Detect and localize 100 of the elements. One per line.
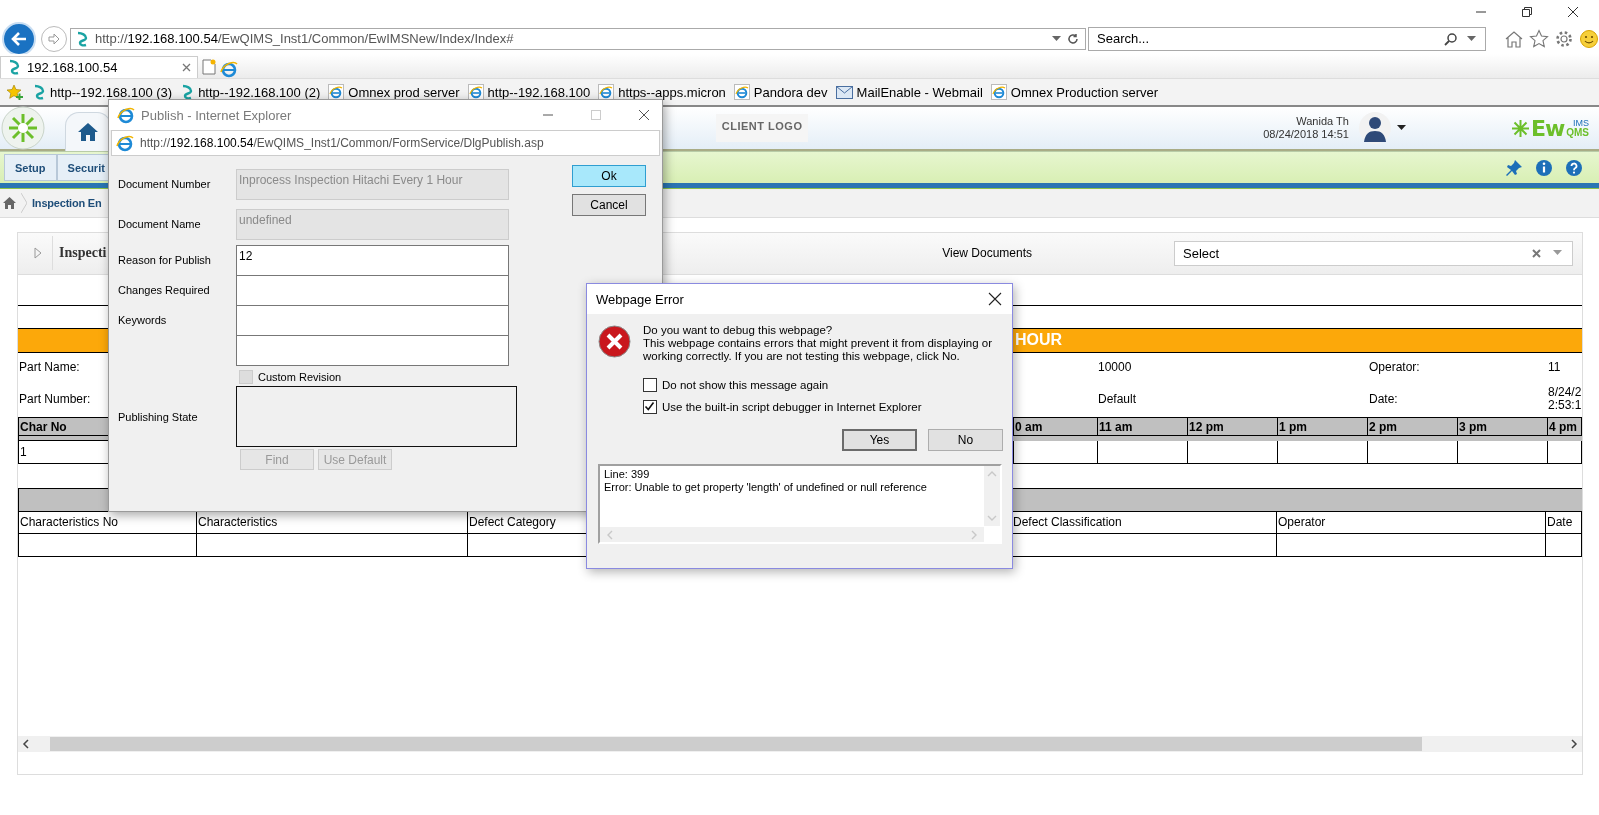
breadcrumb-link[interactable]: Inspection En	[32, 197, 102, 210]
browser-icon	[117, 106, 135, 124]
close-icon[interactable]	[1567, 5, 1579, 18]
form-text: Operator:	[1369, 361, 1420, 374]
field-label: Keywords	[118, 314, 167, 326]
checkbox[interactable]	[643, 378, 657, 392]
favorite-link[interactable]: MailEnable - Webmail	[835, 84, 983, 100]
browser-tab[interactable]: 192.168.100.54	[0, 55, 198, 78]
message-text: This webpage contains errors that might prevent it from displaying or working correctly. If you are not testing this webpage, click No.	[643, 337, 993, 363]
home-tab[interactable]	[65, 111, 111, 151]
error-icon	[598, 325, 631, 358]
scroll-right-icon	[970, 529, 978, 540]
form-text: 10000	[1098, 361, 1132, 374]
column-header: 0 am	[1014, 418, 1098, 437]
text-field[interactable]	[236, 275, 509, 306]
favorite-link[interactable]: Omnex Production server	[990, 84, 1159, 101]
form-text: Part Number:	[19, 393, 91, 406]
brand-logo-text: QMS	[1566, 128, 1589, 138]
favorites-star-icon[interactable]	[1529, 28, 1549, 49]
favorite-link[interactable]: https--apps.micron	[598, 84, 726, 101]
dialog-button[interactable]: No	[928, 429, 1003, 451]
documents-select[interactable]: Select	[1174, 241, 1573, 266]
back-button[interactable]	[2, 21, 36, 56]
client-logo: CLIENT LOGO	[715, 114, 809, 143]
checkbox[interactable]	[643, 400, 657, 414]
search-field[interactable]: Search...	[1088, 26, 1486, 51]
favorite-link[interactable]: http--192.168.100	[467, 84, 591, 101]
envelope-icon	[835, 85, 853, 99]
brand-logo-text: IMS	[1573, 119, 1589, 129]
column-header: 12 pm	[1188, 418, 1278, 437]
form-text: 11	[1548, 361, 1561, 374]
form-text: Default	[1098, 393, 1137, 406]
home-icon[interactable]	[3, 197, 16, 210]
question-text: Do you want to debug this webpage?	[643, 324, 834, 337]
form-text: Part Name:	[19, 361, 80, 374]
pin-icon[interactable]	[1505, 158, 1523, 177]
user-name: Wanida Th	[1296, 115, 1349, 129]
favorites-icon[interactable]	[6, 84, 24, 101]
column-header: 4 pm	[1548, 418, 1582, 437]
error-detail-text: Line: 399	[604, 468, 650, 481]
details-box[interactable]: Line: 399 Error: Unable to get property 'length' of undefined or null reference	[598, 464, 1002, 544]
arrow-right-icon	[47, 31, 61, 46]
smiley-icon[interactable]	[1579, 28, 1599, 49]
site-icon	[75, 30, 89, 47]
logo-icon[interactable]	[1, 106, 45, 151]
error-detail-text: Error: Unable to get property 'length' of undefined or null reference	[604, 481, 927, 494]
horizontal-scrollbar[interactable]	[18, 736, 1582, 752]
restore-icon[interactable]	[1521, 5, 1533, 18]
close-icon[interactable]	[638, 109, 650, 121]
scroll-up-icon	[987, 470, 997, 478]
avatar-icon[interactable]	[1358, 112, 1391, 145]
date-time: 08/24/2018 14:51	[1263, 128, 1349, 142]
dropdown-caret-icon[interactable]	[1467, 35, 1476, 42]
column-header: 11 am	[1098, 418, 1188, 437]
nav-tab[interactable]: Setup	[4, 154, 57, 182]
favorite-link[interactable]: http--192.168.100 (3)	[32, 84, 173, 101]
browser-icon	[990, 84, 1007, 101]
column-header: 3 pm	[1458, 418, 1548, 437]
banner-title: HOUR	[1015, 331, 1063, 350]
text-field[interactable]: 12	[236, 245, 509, 276]
expand-icon[interactable]	[34, 247, 42, 260]
text-field[interactable]	[236, 305, 509, 336]
favorite-link[interactable]: Pandora dev	[733, 84, 828, 101]
burst-icon	[1511, 119, 1529, 137]
dialog-button[interactable]: Yes	[842, 429, 917, 451]
text-field[interactable]	[236, 335, 509, 366]
refresh-icon[interactable]	[1067, 32, 1079, 45]
field-label: Document Name	[118, 218, 201, 230]
scroll-down-icon	[987, 514, 997, 522]
field-label: Document Number	[118, 178, 211, 190]
checkbox-label: Use the built-in script debugger in Internet Explorer	[662, 401, 922, 413]
browser-icon	[116, 134, 134, 152]
address-bar[interactable]: http://192.168.100.54/EwQIMS_Inst1/Common/EwIMSNew/Index/Index#	[70, 27, 1086, 50]
browser-icon[interactable]	[220, 59, 238, 78]
checkbox-label: Custom Revision	[258, 371, 342, 383]
brand-logo-text: Ew	[1530, 115, 1565, 141]
caret-icon[interactable]	[1396, 125, 1406, 132]
site-icon	[180, 84, 195, 101]
clear-icon[interactable]	[1532, 249, 1541, 258]
column-header: Operator	[1277, 512, 1546, 534]
window-title: Webpage Error	[596, 291, 684, 307]
table-cell	[1546, 534, 1582, 557]
panel-title: Inspecti	[59, 245, 107, 262]
dropdown-caret-icon[interactable]	[1052, 35, 1061, 42]
scroll-left-icon	[606, 529, 614, 540]
text-area[interactable]	[236, 386, 517, 447]
window-title: Publish - Internet Explorer	[141, 107, 292, 123]
dialog-button[interactable]: Ok	[572, 165, 646, 187]
site-icon	[7, 59, 21, 76]
favorite-link[interactable]: Omnex prod server	[328, 84, 460, 101]
settings-icon[interactable]	[1554, 28, 1574, 49]
column-header: 2 pm	[1368, 418, 1458, 437]
url-text: http://192.168.100.54/EwQIMS_Inst1/Common/FormService/DlgPublish.asp	[140, 136, 544, 150]
help-icon[interactable]	[1565, 158, 1583, 177]
close-icon[interactable]	[988, 292, 1002, 306]
field-label: Reason for Publish	[118, 254, 211, 266]
dialog-button[interactable]: Cancel	[572, 194, 646, 216]
info-icon[interactable]	[1535, 158, 1553, 177]
search-icon[interactable]	[1444, 31, 1458, 46]
column-header: 1 pm	[1278, 418, 1368, 437]
